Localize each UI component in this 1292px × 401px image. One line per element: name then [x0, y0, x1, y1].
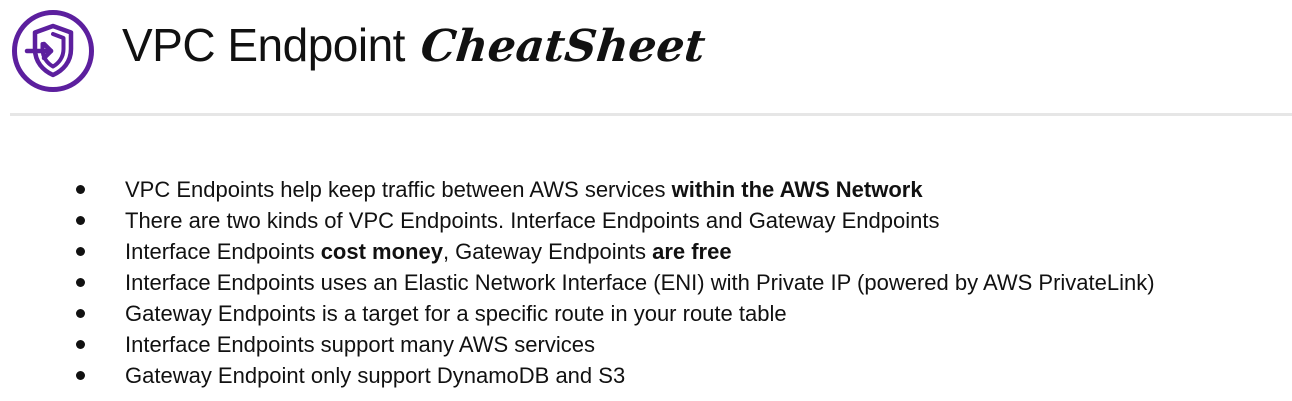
bullet-dot	[76, 371, 85, 380]
bullet-dot	[76, 185, 85, 194]
bullet-text: Gateway Endpoint only support DynamoDB a…	[125, 363, 626, 388]
bullet-text: Gateway Endpoints is a target for a spec…	[125, 301, 787, 326]
bullet-dot	[76, 216, 85, 225]
bullet-dot	[76, 340, 85, 349]
bullet-dot	[76, 309, 85, 318]
page-title: VPC Endpoint CheatSheet	[122, 18, 708, 82]
page-title-script: CheatSheet	[418, 21, 708, 72]
bullet-text: Interface Endpoints cost money, Gateway …	[125, 239, 732, 264]
page-title-main: VPC Endpoint	[122, 19, 405, 71]
bullet-text: Interface Endpoints support many AWS ser…	[125, 332, 595, 357]
bullet-dot	[76, 278, 85, 287]
header-divider	[10, 113, 1292, 116]
bullet-dot	[76, 247, 85, 256]
header: VPC Endpoint CheatSheet	[0, 0, 1292, 112]
bullet-text: There are two kinds of VPC Endpoints. In…	[125, 208, 940, 233]
bullet-text: Interface Endpoints uses an Elastic Netw…	[125, 270, 1155, 295]
bullet-text: VPC Endpoints help keep traffic between …	[125, 177, 923, 202]
shield-arrow-icon	[12, 10, 94, 92]
